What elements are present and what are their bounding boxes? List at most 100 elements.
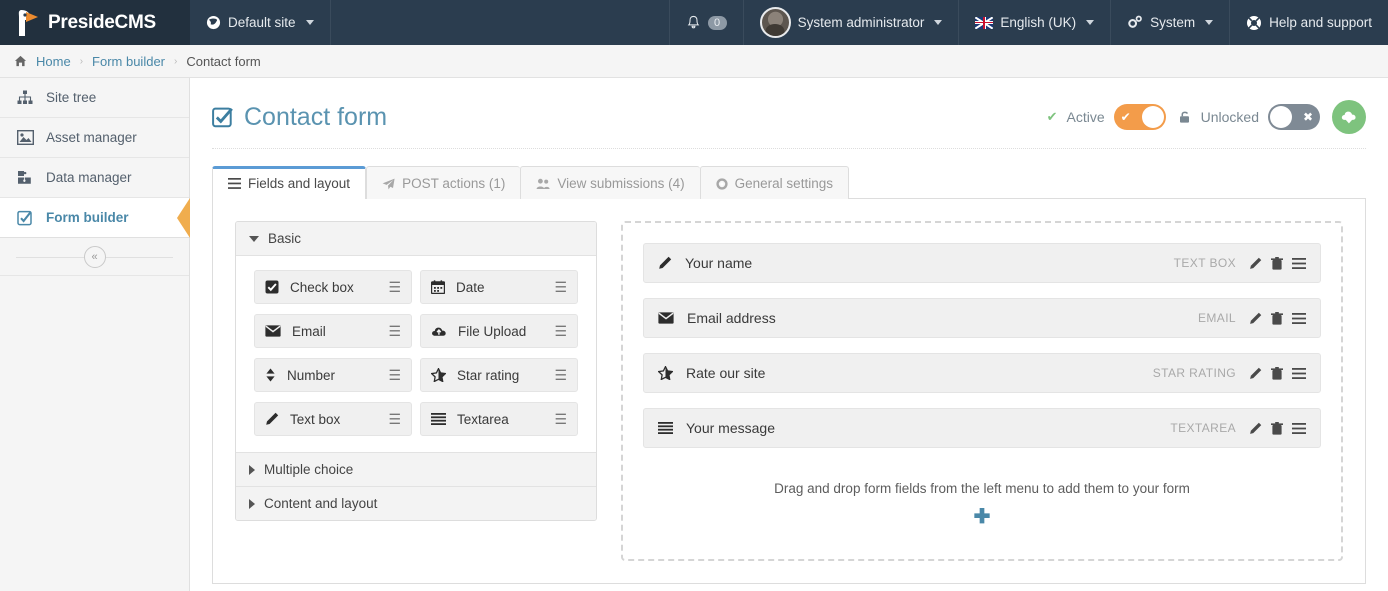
form-field-actions <box>1249 367 1306 380</box>
active-toggle[interactable]: ✔ <box>1114 104 1166 130</box>
reorder-handle-icon[interactable] <box>1292 258 1306 269</box>
site-selector-label: Default site <box>228 15 296 30</box>
palette-item-number[interactable]: Number ☰ <box>254 358 412 392</box>
form-field-row[interactable]: Your name TEXT BOX <box>643 243 1321 283</box>
star-half-icon <box>431 368 446 382</box>
help-and-support-button[interactable]: Help and support <box>1229 0 1388 45</box>
picture-icon <box>16 130 34 145</box>
chevron-down-icon <box>1086 20 1094 25</box>
sidebar: Site tree Asset manager Data manager <box>0 78 190 591</box>
paper-plane-icon <box>382 178 395 190</box>
pencil-edit-icon[interactable] <box>1249 367 1262 380</box>
pencil-edit-icon[interactable] <box>1249 422 1262 435</box>
drag-handle-icon[interactable]: ☰ <box>388 280 401 294</box>
palette-group-label: Multiple choice <box>264 462 353 477</box>
sidebar-item-data-manager[interactable]: Data manager <box>0 158 189 198</box>
double-chevron-left-icon[interactable]: « <box>84 246 106 268</box>
dropzone-hint-text: Drag and drop form fields from the left … <box>643 481 1321 496</box>
sidebar-item-form-builder[interactable]: Form builder <box>0 198 189 238</box>
reorder-handle-icon[interactable] <box>1292 368 1306 379</box>
system-menu[interactable]: System <box>1110 0 1229 45</box>
palette-item-check-box[interactable]: Check box ☰ <box>254 270 412 304</box>
checked-box-icon <box>16 210 34 226</box>
home-icon <box>14 55 27 67</box>
palette-item-star-rating[interactable]: Star rating ☰ <box>420 358 578 392</box>
drag-handle-icon[interactable]: ☰ <box>554 412 567 426</box>
palette-item-date[interactable]: Date ☰ <box>420 270 578 304</box>
sidebar-item-label: Form builder <box>46 210 129 225</box>
sidebar-item-label: Asset manager <box>46 130 137 145</box>
pencil-edit-icon[interactable] <box>1249 257 1262 270</box>
palette-group-content-and-layout-header[interactable]: Content and layout <box>236 486 596 520</box>
tab-general-settings[interactable]: General settings <box>700 166 849 199</box>
form-field-row[interactable]: Email address EMAIL <box>643 298 1321 338</box>
trash-delete-icon[interactable] <box>1271 257 1283 270</box>
palette-item-label: File Upload <box>458 324 526 339</box>
form-field-type-badge: EMAIL <box>1198 311 1236 325</box>
palette-item-label: Number <box>287 368 335 383</box>
checked-box-icon <box>212 106 234 128</box>
field-palette: Basic Check box ☰ <box>235 221 597 561</box>
drag-handle-icon[interactable]: ☰ <box>554 280 567 294</box>
form-field-label: Email address <box>687 310 776 326</box>
checked-box-icon <box>265 280 279 294</box>
drag-handle-icon[interactable]: ☰ <box>388 324 401 338</box>
form-dropzone[interactable]: Your name TEXT BOX <box>621 221 1343 561</box>
lifebuoy-icon <box>1246 15 1262 31</box>
breadcrumb-item-home[interactable]: Home <box>36 54 71 69</box>
pencil-edit-icon[interactable] <box>1249 312 1262 325</box>
reorder-handle-icon[interactable] <box>1292 313 1306 324</box>
lock-toggle[interactable]: ✖ <box>1268 104 1320 130</box>
palette-item-text-box[interactable]: Text box ☰ <box>254 402 412 436</box>
tab-label: General settings <box>735 176 833 191</box>
user-menu[interactable]: System administrator <box>743 0 959 45</box>
brand-logo-area[interactable]: PresideCMS <box>0 0 190 45</box>
palette-item-email[interactable]: Email ☰ <box>254 314 412 348</box>
trash-delete-icon[interactable] <box>1271 422 1283 435</box>
sidebar-item-site-tree[interactable]: Site tree <box>0 78 189 118</box>
palette-item-textarea[interactable]: Textarea ☰ <box>420 402 578 436</box>
form-field-actions <box>1249 257 1306 270</box>
drag-handle-icon[interactable]: ☰ <box>554 324 567 338</box>
palette-group-multiple-choice-header[interactable]: Multiple choice <box>236 452 596 486</box>
preside-bird-logo-icon <box>14 8 40 38</box>
language-selector[interactable]: English (UK) <box>958 0 1110 45</box>
drag-handle-icon[interactable]: ☰ <box>554 368 567 382</box>
align-justify-icon <box>431 413 446 425</box>
toggle-knob <box>1142 106 1164 128</box>
palette-group-basic-header[interactable]: Basic <box>236 222 596 256</box>
tab-label: View submissions (4) <box>557 176 684 191</box>
breadcrumb-item-current: Contact form <box>186 54 260 69</box>
site-selector[interactable]: Default site <box>190 0 331 45</box>
palette-group-basic-items: Check box ☰ Date ☰ <box>236 256 596 452</box>
notifications-button[interactable]: 0 <box>669 0 743 45</box>
sidebar-item-asset-manager[interactable]: Asset manager <box>0 118 189 158</box>
trash-delete-icon[interactable] <box>1271 367 1283 380</box>
palette-item-label: Email <box>292 324 326 339</box>
tab-label: Fields and layout <box>248 176 350 191</box>
triangle-down-icon <box>249 236 259 242</box>
trash-delete-icon[interactable] <box>1271 312 1283 325</box>
active-status-group: ✔ Active ✔ <box>1047 104 1166 130</box>
reorder-handle-icon[interactable] <box>1292 423 1306 434</box>
chevron-down-icon <box>306 20 314 25</box>
tab-post-actions[interactable]: POST actions (1) <box>366 166 520 199</box>
palette-item-file-upload[interactable]: File Upload ☰ <box>420 314 578 348</box>
drag-handle-icon[interactable]: ☰ <box>388 368 401 382</box>
breadcrumb-item-form-builder[interactable]: Form builder <box>92 54 165 69</box>
bell-icon <box>686 15 701 31</box>
page-body: Site tree Asset manager Data manager <box>0 78 1388 591</box>
form-field-row[interactable]: Rate our site STAR RATING <box>643 353 1321 393</box>
bars-icon <box>228 178 241 189</box>
user-name-label: System administrator <box>798 15 925 30</box>
drag-handle-icon[interactable]: ☰ <box>388 412 401 426</box>
plus-icon[interactable]: ✚ <box>643 507 1321 527</box>
breadcrumb-separator: › <box>80 56 83 67</box>
page-title-text: Contact form <box>244 103 387 132</box>
tab-fields-and-layout[interactable]: Fields and layout <box>212 166 366 199</box>
form-field-label: Rate our site <box>686 365 765 381</box>
form-field-row[interactable]: Your message TEXTAREA <box>643 408 1321 448</box>
tab-view-submissions[interactable]: View submissions (4) <box>520 166 699 199</box>
save-button[interactable] <box>1332 100 1366 134</box>
gears-icon <box>1127 15 1143 30</box>
